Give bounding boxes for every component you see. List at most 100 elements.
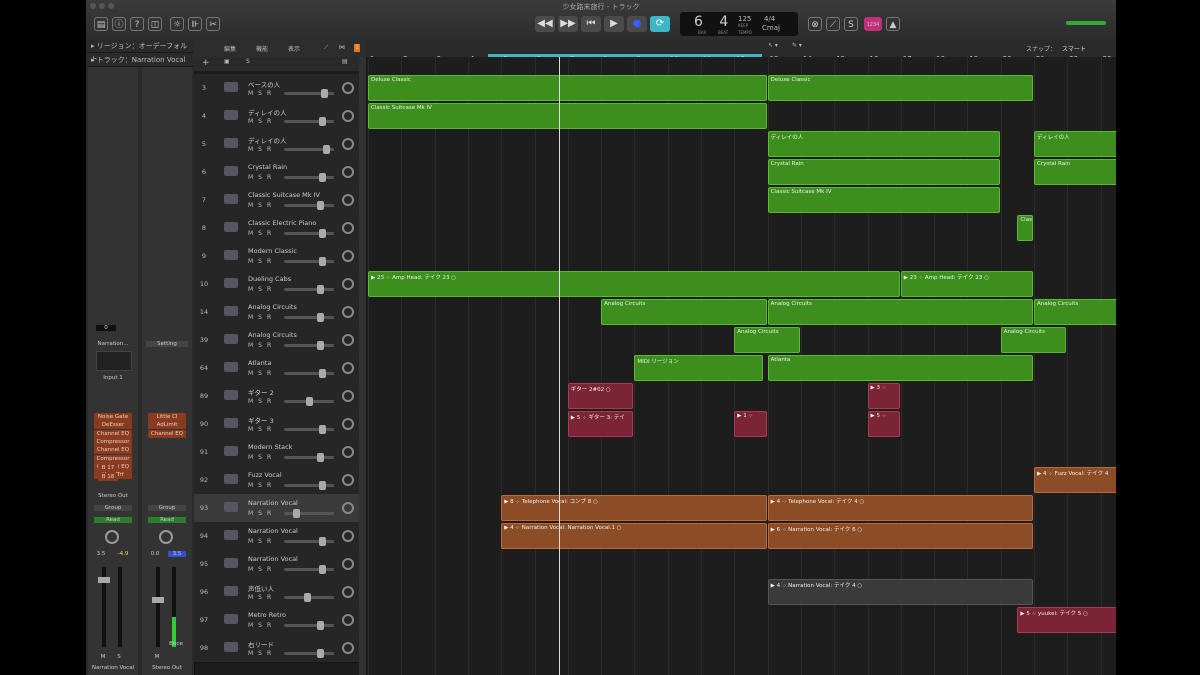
plugin-slot[interactable]: AdLimit <box>148 421 186 430</box>
track-pan-knob[interactable] <box>342 306 354 318</box>
bounce-button[interactable]: Bnce <box>166 641 186 647</box>
track-header[interactable]: 7 Classic Suitcase Mk IV MSR <box>194 186 359 215</box>
track-name[interactable]: ディレイの人 <box>248 135 287 145</box>
track-pan-knob[interactable] <box>342 390 354 402</box>
track-header[interactable]: 91 Modern Stack MSR <box>194 438 359 467</box>
plugin-slot[interactable]: Compressor <box>94 437 132 446</box>
mute-solo-record-buttons[interactable]: MSR <box>248 118 276 125</box>
track-name[interactable]: ギター 2 <box>248 387 274 397</box>
track-pan-knob[interactable] <box>342 446 354 458</box>
mute-solo-record-buttons[interactable]: MSR <box>248 454 276 461</box>
region[interactable]: ▶ 23 ⁘ Amp Head: テイク 23 ○ <box>368 271 900 297</box>
region[interactable]: ▶ 3 ⁘ <box>867 383 900 409</box>
metronome-icon[interactable]: ▲ <box>886 17 900 31</box>
track-volume-slider[interactable] <box>284 173 334 182</box>
track-pan-knob[interactable] <box>342 194 354 206</box>
record-button[interactable]: ● <box>627 16 647 32</box>
mute-solo-record-buttons[interactable]: MSR <box>248 426 276 433</box>
region[interactable]: ▶ 5 ⁘ <box>867 411 900 437</box>
track-volume-slider[interactable] <box>284 425 334 434</box>
track-volume-slider[interactable] <box>284 565 334 574</box>
play-button[interactable]: ▶ <box>604 16 624 32</box>
editors-icon[interactable]: ⊪ <box>188 17 202 31</box>
automation-mode[interactable]: Read <box>94 517 132 523</box>
track-header[interactable]: 39 Analog Circuits MSR <box>194 326 359 355</box>
track-name[interactable]: ディレイの人 <box>248 107 287 117</box>
region[interactable]: Analog Circuits <box>1034 299 1116 325</box>
volume-fader-knob[interactable] <box>152 597 164 603</box>
pan-knob[interactable] <box>105 530 119 544</box>
track-header[interactable]: 98 右リード MSR <box>194 634 359 663</box>
region[interactable]: ▶ 4 ⁘ Narration Vocal: Narration Vocal.1… <box>501 523 767 549</box>
track-volume-slider[interactable] <box>284 341 334 350</box>
eq-thumbnail[interactable] <box>96 351 132 371</box>
track-header[interactable]: 10 Dueling Cabs MSR <box>194 270 359 299</box>
add-track-icon[interactable]: + <box>202 58 210 68</box>
track-pan-knob[interactable] <box>342 278 354 290</box>
track-name[interactable]: Crystal Rain <box>248 163 287 171</box>
track-pan-knob[interactable] <box>342 222 354 234</box>
region[interactable]: ▶ 8 ⁘ Telephone Vocal: コンプ 8 ○ <box>501 495 767 521</box>
count-in-icon[interactable]: 1234 <box>864 17 882 31</box>
tuner-icon[interactable]: ⟋ <box>826 17 840 31</box>
track-volume-slider[interactable] <box>284 397 334 406</box>
solo-all-icon[interactable]: S <box>246 58 250 65</box>
region[interactable]: Crystal Rain <box>1034 159 1116 185</box>
region[interactable]: Analog Circuits <box>734 327 800 353</box>
region[interactable]: MIDI リージョン <box>634 355 764 381</box>
track-volume-slider[interactable] <box>284 117 334 126</box>
track-pan-knob[interactable] <box>342 586 354 598</box>
region[interactable]: ▶ 4 ⁘ Telephone Vocal: テイク 4 ○ <box>767 495 1033 521</box>
plugin-slot[interactable]: Compressor <box>94 454 132 463</box>
track-header[interactable]: 3 ベースの人 MSR <box>194 74 359 103</box>
mute-button[interactable]: M <box>152 654 162 660</box>
track-pan-knob[interactable] <box>342 642 354 654</box>
track-pan-knob[interactable] <box>342 138 354 150</box>
track-name[interactable]: Fuzz Vocal <box>248 471 282 479</box>
region[interactable]: Analog Circuits <box>1000 327 1067 353</box>
mute-solo-record-buttons[interactable]: MSR <box>248 566 276 573</box>
track-header[interactable]: 97 Metro Retro MSR <box>194 606 359 635</box>
track-header[interactable]: 94 Narration Vocal MSR <box>194 522 359 551</box>
mute-solo-record-buttons[interactable]: MSR <box>248 398 276 405</box>
volume-fader-track[interactable] <box>98 567 110 647</box>
track-name[interactable]: 声低い人 <box>248 583 274 593</box>
track-inspector-header[interactable]: ▸ トラック：Narration Vocal <box>86 54 194 67</box>
list-icon[interactable]: ▤ <box>342 58 348 65</box>
mute-solo-record-buttons[interactable]: MSR <box>248 510 276 517</box>
track-volume-slider[interactable] <box>284 481 334 490</box>
track-name[interactable]: Analog Circuits <box>248 303 297 311</box>
go-to-start-button[interactable]: ⏮ <box>581 16 601 32</box>
track-volume-slider[interactable] <box>284 201 334 210</box>
track-scrollbar[interactable] <box>359 57 366 675</box>
lcd-display[interactable]: 6 4 BAR BEAT 125 KEEP TEMPO 4/4 Cmaj <box>680 12 798 36</box>
plugin-slot[interactable]: Little Cl <box>148 413 186 421</box>
library-icon[interactable]: ▤ <box>94 17 108 31</box>
track-name[interactable]: Atlanta <box>248 359 271 367</box>
track-volume-slider[interactable] <box>284 145 334 154</box>
solo-button[interactable]: S <box>114 654 124 660</box>
region[interactable]: Clas <box>1017 215 1033 241</box>
track-pan-knob[interactable] <box>342 362 354 374</box>
track-pan-knob[interactable] <box>342 250 354 262</box>
track-volume-slider[interactable] <box>284 285 334 294</box>
mute-solo-record-buttons[interactable]: MSR <box>248 314 276 321</box>
plugin-slot[interactable]: Channel EQ <box>94 429 132 438</box>
mute-button[interactable]: M <box>98 654 108 660</box>
input-slot[interactable]: Input 1 <box>92 375 134 381</box>
output-slot[interactable]: Stereo Out <box>90 493 136 499</box>
mute-solo-record-buttons[interactable]: MSR <box>248 650 276 657</box>
track-volume-slider[interactable] <box>284 89 334 98</box>
region[interactable]: Atlanta <box>767 355 1033 381</box>
track-volume-slider[interactable] <box>284 257 334 266</box>
track-name[interactable]: ギター 3 <box>248 415 274 425</box>
region[interactable]: Analog Circuits <box>601 299 767 325</box>
setting-button[interactable]: Setting <box>146 341 188 347</box>
solo-icon[interactable]: S <box>844 17 858 31</box>
region[interactable]: Deluxe Classic <box>368 75 767 101</box>
track-pan-knob[interactable] <box>342 166 354 178</box>
mute-solo-record-buttons[interactable]: MSR <box>248 202 276 209</box>
mute-solo-record-buttons[interactable]: MSR <box>248 286 276 293</box>
snap-icon[interactable]: ⟟ <box>354 44 361 52</box>
pencil-tool-icon[interactable]: ✎ ▾ <box>792 42 802 49</box>
